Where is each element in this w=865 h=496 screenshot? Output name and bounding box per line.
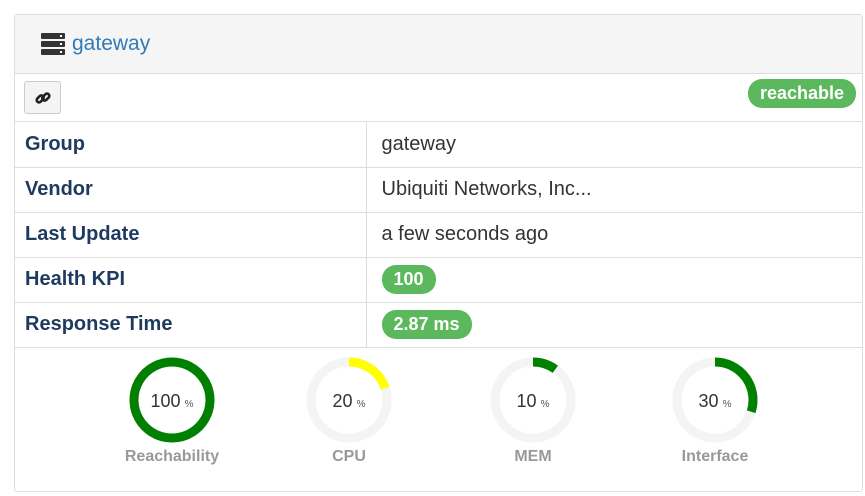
row-value: gateway xyxy=(366,122,862,168)
row-value: a few seconds ago xyxy=(366,212,862,258)
svg-text:10%: 10% xyxy=(517,391,550,411)
gauge-arc xyxy=(348,357,390,390)
health-kpi-badge: 100 xyxy=(381,265,436,294)
gauge-unit: % xyxy=(185,399,194,410)
gauge-arc xyxy=(532,357,558,373)
gauge-label: Reachability xyxy=(124,447,220,465)
svg-text:30%: 30% xyxy=(699,391,732,411)
gauge-value: 30 xyxy=(699,391,719,411)
table-row-health-kpi: Health KPI 100 xyxy=(15,257,862,303)
device-panel: gateway reachable Group gateway Vendor U… xyxy=(14,14,863,492)
gauge-cpu: 20% CPU xyxy=(299,356,399,466)
link-icon xyxy=(34,91,51,104)
response-time-badge: 2.87 ms xyxy=(381,310,472,339)
device-info-table: Group gateway Vendor Ubiquiti Networks, … xyxy=(15,122,862,348)
gauge-label: CPU xyxy=(332,447,366,465)
gauge-unit: % xyxy=(723,399,732,410)
gauges-row: 100% Reachability 20% CPU 10% MEM 30 % I… xyxy=(15,348,862,488)
table-row-last-update: Last Update a few seconds ago xyxy=(15,212,862,258)
gauge-unit: % xyxy=(541,399,550,410)
row-key: Health KPI xyxy=(15,257,367,303)
toolbar: reachable xyxy=(15,74,862,122)
table-row-group: Group gateway xyxy=(15,122,862,168)
table-row-response-time: Response Time 2.87 ms xyxy=(15,302,862,348)
row-key: Group xyxy=(15,122,367,168)
gauge-unit: % xyxy=(357,399,366,410)
gauge-value: 10 xyxy=(517,391,537,411)
gauge-value: 20 xyxy=(333,391,353,411)
svg-text:100%: 100% xyxy=(151,391,194,411)
status-badge: reachable xyxy=(747,79,856,108)
row-key: Last Update xyxy=(15,212,367,258)
row-value: Ubiquiti Networks, Inc... xyxy=(366,167,862,213)
gauge-mem: 10% MEM xyxy=(483,356,583,466)
gauge-value: 100 xyxy=(151,391,181,411)
gauge-label: Interface xyxy=(681,447,749,465)
gauge-reachability: 100% Reachability xyxy=(122,356,222,466)
link-button[interactable] xyxy=(24,81,61,114)
row-key: Vendor xyxy=(15,167,367,213)
svg-text:20%: 20% xyxy=(333,391,366,411)
device-title[interactable]: gateway xyxy=(72,32,150,56)
gauge-arc xyxy=(714,357,758,413)
row-key: Response Time xyxy=(15,302,367,348)
server-icon xyxy=(41,33,65,55)
panel-heading: gateway xyxy=(15,15,862,74)
table-row-vendor: Vendor Ubiquiti Networks, Inc... xyxy=(15,167,862,213)
gauge-interface: 30% Interface xyxy=(665,356,765,466)
gauge-label: MEM xyxy=(514,447,552,465)
